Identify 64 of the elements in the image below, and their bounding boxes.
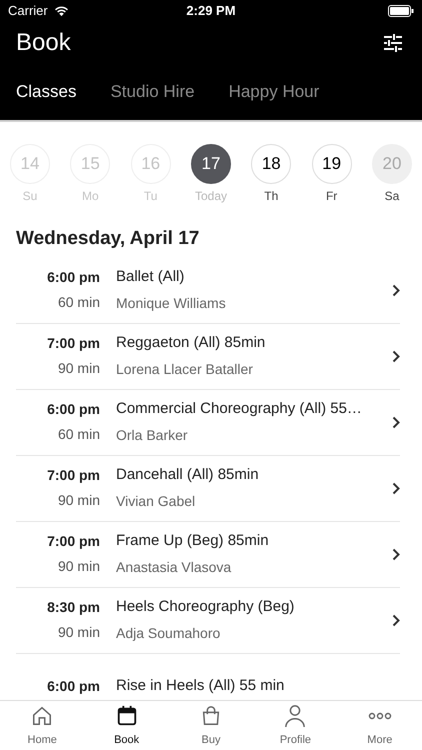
class-row[interactable]: 7:00 pm 90 min Reggaeton (All) 85min Lorena Llacer Bataller [16,324,400,390]
tab-bar-item[interactable]: Buy [168,701,254,750]
weekday-label: Tu [144,188,158,205]
class-time: 7:00 pm [47,466,100,485]
class-name: Ballet (All) [116,267,186,288]
weekday-label: Mo [82,188,99,205]
class-name: Dancehall (All) 85min [116,465,260,486]
status-time: 2:29 PM [186,2,236,20]
class-time: 7:00 pm [47,334,100,353]
class-name: Heels Choreography (Beg) [116,597,296,618]
tab-bar-item[interactable]: Profile [253,701,338,750]
class-name: Frame Up (Beg) 85min [116,531,270,552]
class-time: 6:00 pm [47,268,100,287]
weekday-label: Sa [384,188,400,205]
chevron-right-icon [392,284,400,296]
chevron-right-icon [392,482,400,494]
tab[interactable]: Classes [16,79,76,105]
chevron-right-icon [392,416,400,428]
tab[interactable]: Studio Hire [110,79,195,105]
chevron-right-icon [392,548,400,560]
class-time: 8:30 pm [47,598,100,617]
class-duration: 60 min [58,425,100,444]
class-row[interactable]: 8:30 pm 90 min Heels Choreography (Beg) Adja Soumahoro [16,588,400,654]
carrier-label: Carrier [8,2,48,20]
teacher-name: Monique Williams [116,294,227,313]
class-duration: 90 min [58,359,100,378]
calendar-icon [116,704,138,726]
class-name: Rise in Heels (All) 55 min [116,676,286,696]
class-duration: 90 min [58,491,100,510]
weekday-label: Fr [326,188,338,205]
teacher-name: Adja Soumahoro [116,624,222,643]
class-row[interactable]: 7:00 pm 90 min Dancehall (All) 85min Vivian Gabel [16,456,400,522]
weekday-label: Th [264,188,278,205]
class-duration: 90 min [58,557,100,576]
class-name: Reggaeton (All) 85min [116,333,266,354]
teacher-name: Orla Barker [116,426,189,445]
weekday-label: Today [194,188,227,205]
class-row[interactable]: 7:00 pm 90 min Frame Up (Beg) 85min Anastasia Vlasova [16,522,400,588]
home-icon [31,704,54,726]
weekday-label: Su [22,188,38,205]
class-time: 7:00 pm [47,532,100,551]
class-time: 6:00 pm [47,400,100,419]
battery-icon [388,5,414,17]
tab[interactable]: Happy Hour [228,79,320,105]
tab-bar-item[interactable]: Book [84,701,169,750]
class-row[interactable]: 6:00 pm 60 min Ballet (All) Monique Williams [16,258,400,324]
person-icon [284,704,306,728]
chevron-right-icon [392,614,400,626]
date-heading: Wednesday, April 17 [15,227,200,251]
teacher-name: Lorena Llacer Bataller [116,360,254,379]
class-duration: 60 min [58,293,100,312]
class-duration: 90 min [58,623,100,642]
teacher-name: Anastasia Vlasova [116,558,232,577]
teacher-name: Vivian Gabel [116,492,196,511]
class-name: Commercial Choreography (All) 55… [116,399,363,420]
chevron-right-icon [392,350,400,362]
class-row[interactable]: 6:00 pm 60 min Commercial Choreography (All) 55… Orla Barker [16,390,400,456]
wifi-icon [54,6,69,16]
class-time: 6:00 pm [47,676,100,696]
page-title: Book [16,28,71,58]
more-icon [368,712,392,720]
sliders-icon [384,34,402,52]
tab-bar-item[interactable]: More [338,701,422,750]
tab-bar-item[interactable]: Home [0,701,84,750]
